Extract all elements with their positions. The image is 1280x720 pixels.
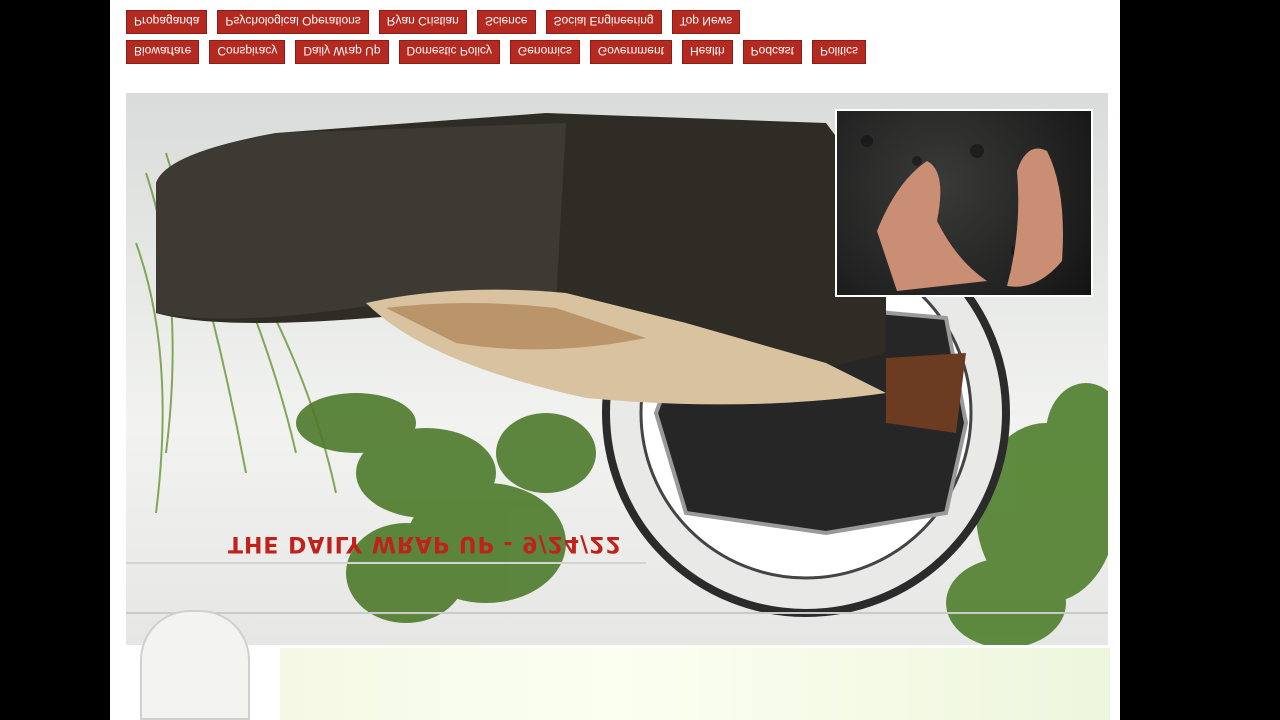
hero-image[interactable]: The Daily Wrap Up - 9/24/22 [126,93,1108,645]
tag-social-engineering[interactable]: Social Engineering [545,10,662,34]
soil-in-hands-inset [835,109,1093,297]
tag-list-row-1: Propaganda Psychological Operations Ryan… [126,10,741,36]
tag-conspiracy[interactable]: Conspiracy [209,40,286,64]
tag-daily-wrap-up[interactable]: Daily Wrap Up [295,40,389,64]
tag-list-row-2: Biowarfare Conspiracy Daily Wrap Up Dome… [126,40,867,66]
tag-psychological-operations[interactable]: Psychological Operations [217,10,369,34]
tag-science[interactable]: Science [476,10,536,34]
hero-title[interactable]: The Daily Wrap Up - 9/24/22 [228,531,622,556]
tag-podcast[interactable]: Podcast [742,40,802,64]
tag-propaganda[interactable]: Propaganda [126,10,208,34]
tag-genomics[interactable]: Genomics [509,40,580,64]
tag-domestic-policy[interactable]: Domestic Policy [398,40,500,64]
tag-ryan-cristian[interactable]: Ryan Cristian [378,10,467,34]
tag-politics[interactable]: Politics [812,40,867,64]
page-content: Propaganda Psychological Operations Ryan… [110,0,1120,720]
tag-biowarfare[interactable]: Biowarfare [126,40,200,64]
bottom-banner [280,648,1110,720]
tag-health[interactable]: Health [681,40,733,64]
door-graphic [140,610,250,720]
tag-government[interactable]: Government [589,40,672,64]
tag-top-news[interactable]: Top News [671,10,741,34]
